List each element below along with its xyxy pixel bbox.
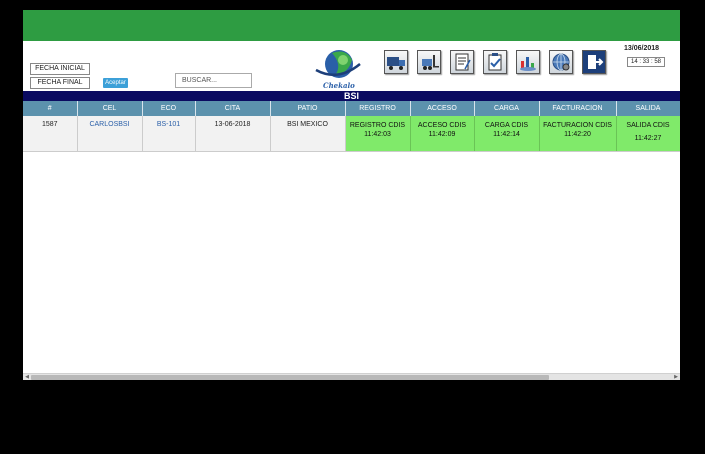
checklist-icon [488,53,502,71]
cell-patio: BSI MEXICO [270,116,346,152]
search-input[interactable] [175,73,252,88]
col-header-facturacion[interactable]: FACTURACION [539,101,617,116]
fecha-final-button[interactable]: FECHA FINAL [30,77,90,89]
top-bar [23,10,680,41]
cell-acceso-time: 11:42:09 [428,131,456,138]
cell-acceso: ACCESO CDIS 11:42:09 [410,116,475,152]
cell-carga-time: 11:42:14 [493,131,520,138]
table-row[interactable]: 1587 CARLOSBSI BS-101 13-06-2018 BSI MEX… [23,116,680,152]
col-header-eco[interactable]: ECO [142,101,196,116]
cell-cel[interactable]: CARLOSBSI [77,116,143,152]
forklift-icon [422,55,439,70]
table-header-row: # CEL ECO CITA PATIO REGISTRO ACCESO CAR… [23,101,680,116]
logo-text: Chekalo [323,81,355,90]
globe-gear-icon [552,53,570,71]
cell-cita: 13-06-2018 [195,116,271,152]
truck-icon [387,57,405,70]
shipments-table: # CEL ECO CITA PATIO REGISTRO ACCESO CAR… [23,101,680,152]
cell-acceso-label: ACCESO CDIS [417,122,467,129]
cell-registro-label: REGISTRO CDIS [349,122,406,129]
cell-carga: CARGA CDIS 11:42:14 [474,116,540,152]
scrollbar-thumb[interactable] [31,375,549,380]
col-header-carga[interactable]: CARGA [474,101,540,116]
cell-salida: SALIDA CDIS 11:42:27 [616,116,680,152]
col-header-acceso[interactable]: ACCESO [410,101,475,116]
checklist-button[interactable] [483,50,507,74]
notepad-button[interactable] [450,50,474,74]
cell-registro: REGISTRO CDIS 11:42:03 [345,116,411,152]
col-header-registro[interactable]: REGISTRO [345,101,411,116]
current-date: 13/06/2018 [624,45,660,52]
cell-eco[interactable]: BS-101 [142,116,196,152]
app-window: FECHA INICIAL FECHA FINAL Aceptar Chekal… [23,10,680,380]
col-header-cita[interactable]: CITA [195,101,271,116]
chart-button[interactable] [516,50,540,74]
chart-icon [520,57,536,71]
cell-facturacion-label: FACTURACION CDIS [543,122,612,129]
cell-registro-time: 11:42:03 [364,131,391,138]
current-time: 14 : 33 : 58 [627,57,665,67]
cell-carga-label: CARGA CDIS [484,122,529,129]
scroll-left-icon[interactable]: ◀ [23,374,31,380]
fecha-inicial-button[interactable]: FECHA INICIAL [30,63,90,75]
cell-num: 1587 [23,116,78,152]
scroll-right-icon[interactable]: ▶ [672,374,680,380]
col-header-salida[interactable]: SALIDA [616,101,680,116]
forklift-button[interactable] [417,50,441,74]
cell-facturacion: FACTURACION CDIS 11:42:20 [539,116,617,152]
banner-title: BSI [23,91,680,101]
cell-salida-label: SALIDA CDIS [626,122,670,129]
exit-icon [588,55,604,69]
col-header-patio[interactable]: PATIO [270,101,346,116]
aceptar-button[interactable]: Aceptar [103,78,128,88]
cell-facturacion-time: 11:42:20 [564,131,591,138]
exit-button[interactable] [582,50,606,74]
notepad-icon [455,53,471,71]
col-header-num[interactable]: # [23,101,78,116]
globe-gear-button[interactable] [549,50,573,74]
cell-salida-time: 11:42:27 [634,135,662,142]
truck-button[interactable] [384,50,408,74]
horizontal-scrollbar[interactable]: ◀ ▶ [23,373,680,380]
col-header-cel[interactable]: CEL [77,101,143,116]
